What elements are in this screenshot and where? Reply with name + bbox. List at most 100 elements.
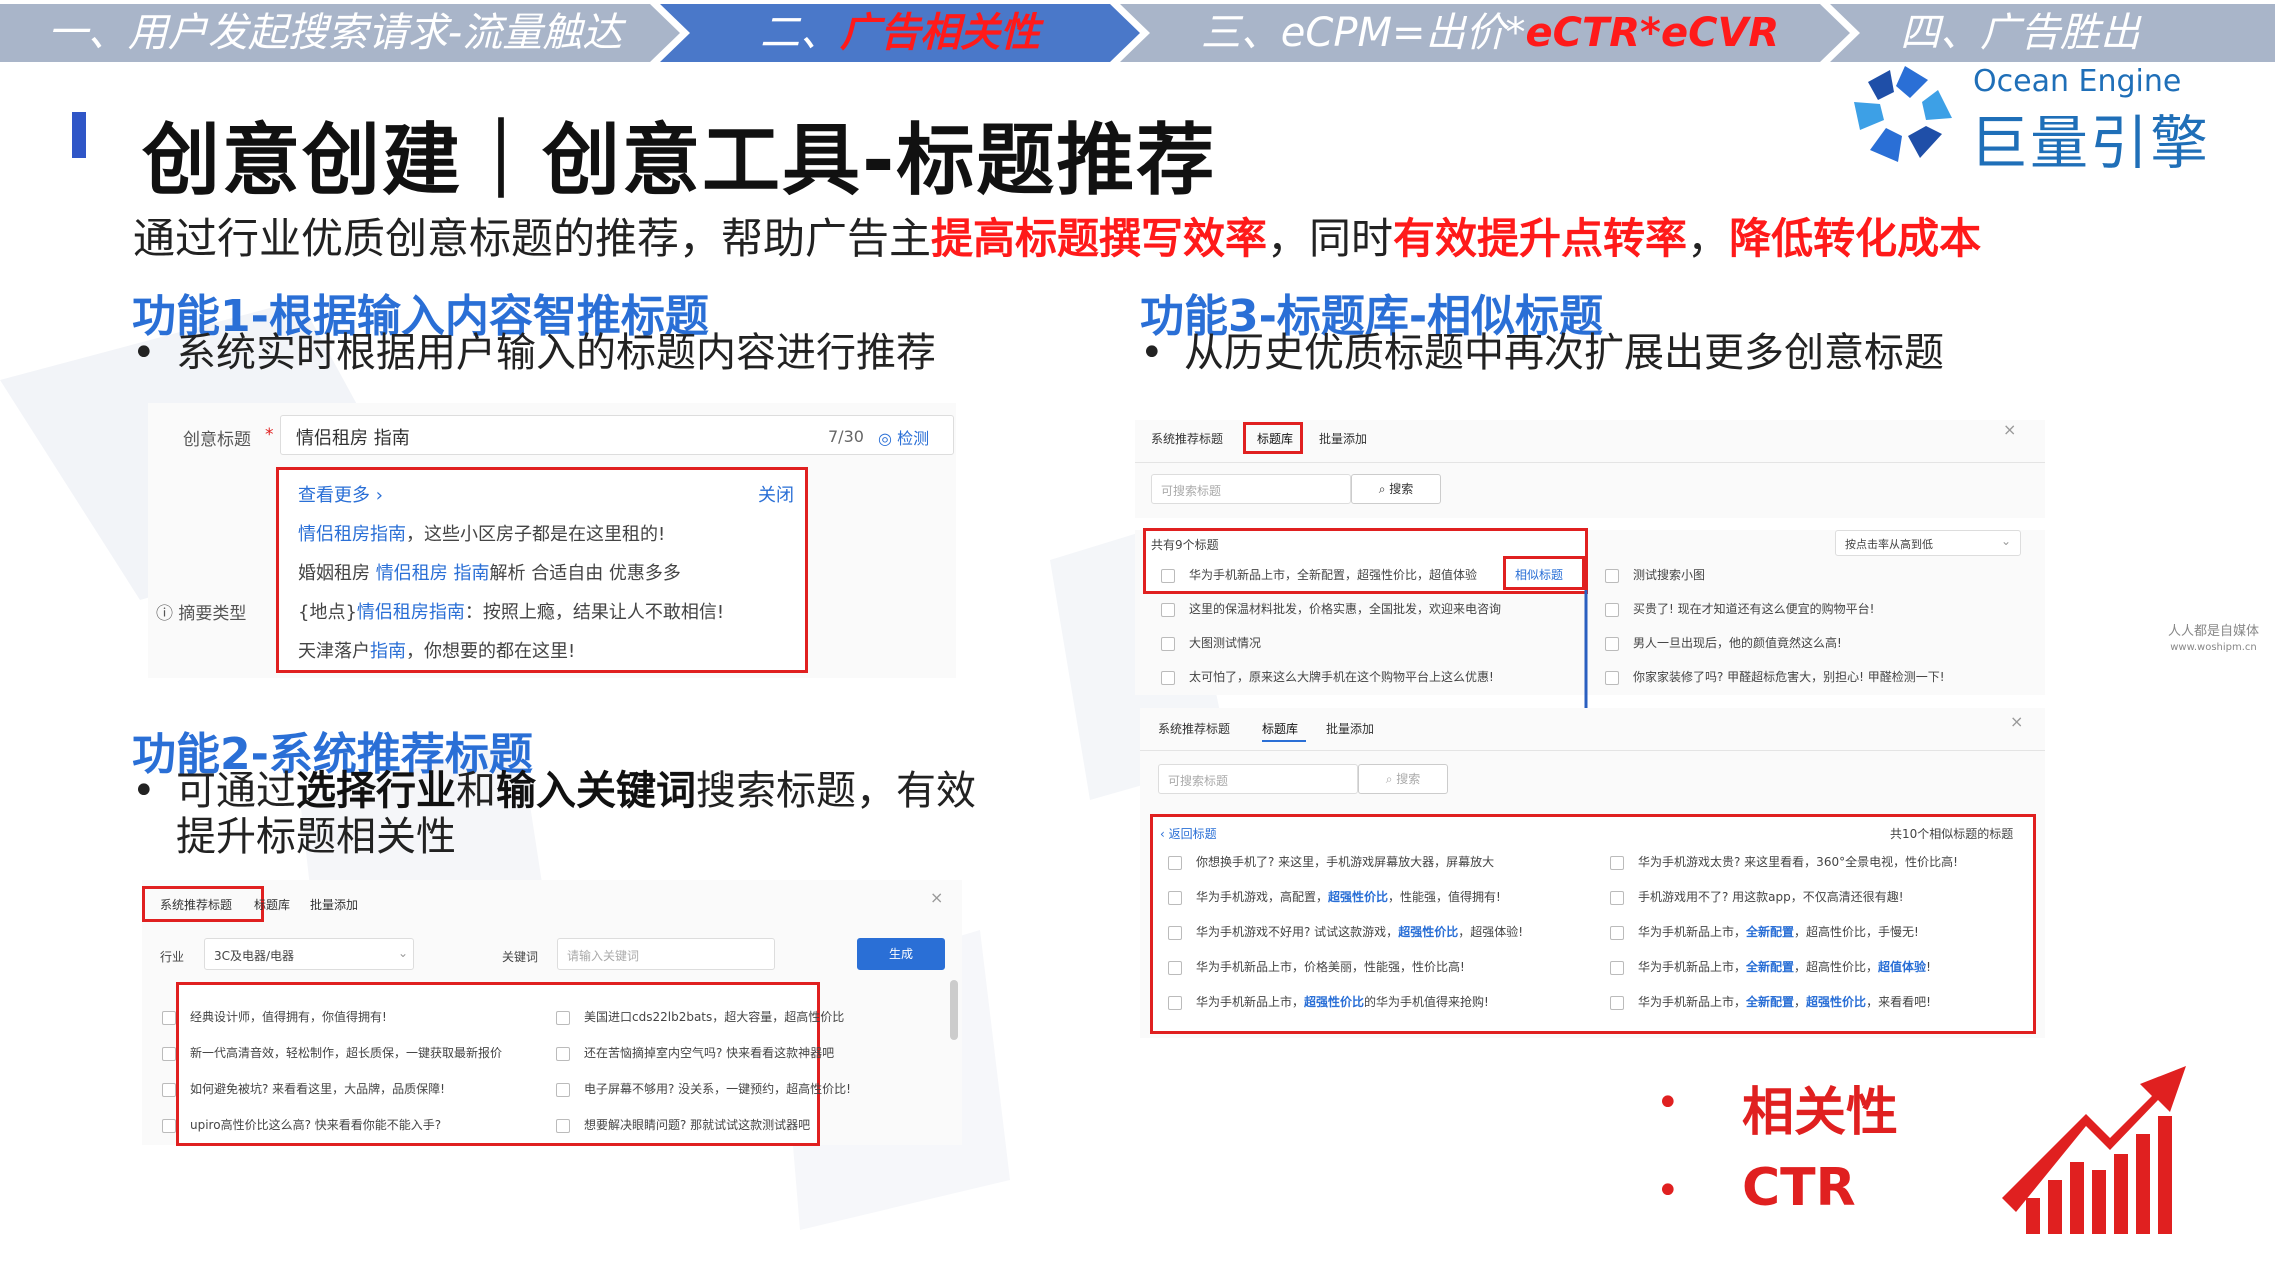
- feature2-text-line2: 提升标题相关性: [176, 814, 456, 860]
- back-to-titles-link[interactable]: ‹ 返回标题: [1160, 825, 1217, 842]
- result-item[interactable]: 电子屏幕不够用? 没关系，一键预约，超高性价比!: [556, 1080, 851, 1097]
- process-bar: 一、用户发起搜索请求-流量触达 二、广告相关性 三、eCPM=出价*eCTR*e…: [0, 0, 2275, 64]
- similar-title-text: ，超高性价比，: [1794, 960, 1879, 974]
- checkbox[interactable]: [162, 1046, 176, 1061]
- checkbox[interactable]: [162, 1082, 176, 1097]
- similar-title-text: 华为手机新品上市，: [1638, 960, 1747, 974]
- checkbox[interactable]: [1161, 670, 1175, 685]
- suggestion-item[interactable]: 天津落户指南，你想要的都在这里!: [298, 637, 575, 663]
- feature2-text-pre: 可通过: [176, 768, 296, 814]
- similar-title-button[interactable]: 相似标题: [1515, 566, 1563, 583]
- generate-button[interactable]: 生成: [857, 938, 945, 970]
- similar-title-text: 的华为手机值得来抢购!: [1364, 995, 1489, 1009]
- growth-chart-icon: [2002, 1066, 2186, 1234]
- search-placeholder: 可搜索标题: [1168, 774, 1229, 788]
- result-item[interactable]: 如何避免被坑? 来看看这里，大品牌，品质保障!: [162, 1080, 445, 1097]
- checkbox[interactable]: [1610, 995, 1624, 1010]
- checkbox[interactable]: [1605, 568, 1619, 583]
- library-title-item[interactable]: 华为手机新品上市，全新配置，超强性价比，超值体验: [1161, 566, 1477, 583]
- tab-batch-add[interactable]: 批量添加: [310, 896, 358, 913]
- subtitle-highlight-1: 提高标题撰写效率: [931, 214, 1268, 263]
- result-item[interactable]: 经典设计师，值得拥有，你值得拥有!: [162, 1008, 387, 1025]
- checkbox[interactable]: [162, 1010, 176, 1025]
- suggestion-item[interactable]: 情侣租房指南，这些小区房子都是在这里租的!: [298, 520, 665, 546]
- search-placeholder: 可搜索标题: [1161, 484, 1222, 498]
- library-title-item[interactable]: 这里的保温材料批发，价格实惠，全国批发，欢迎来电咨询: [1161, 600, 1501, 617]
- suggestion-highlight: 情侣租房指南: [356, 602, 465, 623]
- divider: [1135, 462, 2045, 463]
- suggestion-item[interactable]: 婚姻租房 情侣租房 指南解析 合适自由 优惠多多: [298, 559, 681, 585]
- tab-batch-add[interactable]: 批量添加: [1326, 720, 1374, 737]
- checkbox[interactable]: [1605, 636, 1619, 651]
- similar-title-item[interactable]: 华为手机新品上市，价格美丽，性能强，性价比高!: [1168, 958, 1465, 975]
- tab-title-library[interactable]: 标题库: [254, 896, 290, 913]
- close-icon[interactable]: ×: [2010, 712, 2023, 731]
- library-title-item[interactable]: 男人一旦出现后，他的颜值竟然这么高!: [1605, 634, 1842, 651]
- similar-title-item[interactable]: 华为手机游戏不好用? 试试这款游戏，超强性价比，超强体验!: [1168, 923, 1523, 940]
- tab-system-recommend[interactable]: 系统推荐标题: [160, 896, 232, 913]
- library-title-item[interactable]: 测试搜索小图: [1605, 566, 1705, 583]
- checkbox[interactable]: [1168, 925, 1182, 940]
- suggestion-highlight: 情侣租房 指南: [375, 563, 490, 584]
- checkbox[interactable]: [1161, 568, 1175, 583]
- tab-system-recommend[interactable]: 系统推荐标题: [1151, 430, 1223, 447]
- similar-title-item[interactable]: 手机游戏用不了? 用这款app，不仅高清还很有趣!: [1610, 888, 1904, 905]
- tab-batch-add[interactable]: 批量添加: [1319, 430, 1367, 447]
- feature3-similar-screenshot: 系统推荐标题 标题库 批量添加 × 可搜索标题 ⌕ 搜索 ‹ 返回标题 共10个…: [1140, 708, 2045, 1038]
- checkbox[interactable]: [1605, 602, 1619, 617]
- suggestion-text: ，你想要的都在这里!: [406, 641, 576, 662]
- library-title-item[interactable]: 大图测试情况: [1161, 634, 1261, 651]
- result-item[interactable]: 新一代高清音效，轻松制作，超长质保，一键获取最新报价: [162, 1044, 502, 1061]
- result-text: upiro高性价比这么高? 快来看看你能不能入手?: [190, 1118, 442, 1132]
- suggestion-item[interactable]: {地点}情侣租房指南：按照上瘾，结果让人不敢相信!: [298, 598, 724, 624]
- similar-title-item[interactable]: 华为手机新品上市，全新配置，超高性价比，超值体验!: [1610, 958, 1931, 975]
- checkbox[interactable]: [1610, 925, 1624, 940]
- result-item[interactable]: 想要解决眼睛问题? 那就试试这款测试器吧: [556, 1116, 810, 1133]
- checkbox[interactable]: [1161, 602, 1175, 617]
- similar-title-highlight: 超强性价比: [1328, 890, 1389, 904]
- suggestion-highlight: 指南: [370, 641, 406, 662]
- help-icon: ⓘ: [156, 604, 173, 624]
- search-button[interactable]: ⌕ 搜索: [1358, 764, 1448, 794]
- checkbox[interactable]: [1168, 855, 1182, 870]
- close-icon[interactable]: ×: [2003, 420, 2016, 439]
- search-button[interactable]: ⌕ 搜索: [1351, 474, 1441, 504]
- library-title-item[interactable]: 太可怕了，原来这么大牌手机在这个购物平台上这么优惠!: [1161, 668, 1494, 685]
- similar-title-item[interactable]: 华为手机游戏太贵? 来这里看看，360°全景电视，性价比高!: [1610, 853, 1958, 870]
- scrollbar[interactable]: [950, 980, 958, 1040]
- suggestion-highlight: 情侣租房指南: [298, 524, 406, 545]
- result-item[interactable]: 还在苦恼摘掉室内空气吗? 快来看看这款神器吧: [556, 1044, 834, 1061]
- checkbox[interactable]: [1168, 890, 1182, 905]
- checkbox[interactable]: [556, 1010, 570, 1025]
- checkbox[interactable]: [556, 1082, 570, 1097]
- checkbox[interactable]: [1610, 855, 1624, 870]
- logo-mark-icon: [1854, 66, 1952, 162]
- library-title-item[interactable]: 买贵了! 现在才知道还有这么便宜的购物平台!: [1605, 600, 1874, 617]
- checkbox[interactable]: [1610, 960, 1624, 975]
- result-item[interactable]: 美国进口cds22lb2bats，超大容量，超高性价比: [556, 1008, 844, 1025]
- similar-title-item[interactable]: 华为手机新品上市，全新配置，超强性价比，来看看吧!: [1610, 993, 1931, 1010]
- library-title-item[interactable]: 你家家装修了吗? 甲醛超标危害大，别担心! 甲醛检测一下!: [1605, 668, 1945, 685]
- checkbox[interactable]: [1610, 890, 1624, 905]
- tab-title-library[interactable]: 标题库: [1262, 720, 1298, 737]
- checkbox[interactable]: [162, 1118, 176, 1133]
- similar-title-item[interactable]: 你想换手机了? 来这里，手机游戏屏幕放大器，屏幕放大: [1168, 853, 1494, 870]
- detect-link[interactable]: ◎ 检测: [878, 425, 929, 449]
- similar-title-item[interactable]: 华为手机新品上市，全新配置，超高性价比，手慢无!: [1610, 923, 1919, 940]
- close-icon[interactable]: ×: [930, 888, 943, 907]
- tab-system-recommend[interactable]: 系统推荐标题: [1158, 720, 1230, 737]
- checkbox[interactable]: [556, 1046, 570, 1061]
- similar-title-item[interactable]: 华为手机新品上市，超强性价比的华为手机值得来抢购!: [1168, 993, 1489, 1010]
- close-suggestions-link[interactable]: 关闭: [758, 481, 794, 507]
- checkbox[interactable]: [1168, 995, 1182, 1010]
- checkbox[interactable]: [1161, 636, 1175, 651]
- result-item[interactable]: upiro高性价比这么高? 快来看看你能不能入手?: [162, 1116, 441, 1133]
- similar-title-item[interactable]: 华为手机游戏，高配置，超强性价比，性能强，值得拥有!: [1168, 888, 1501, 905]
- tab-title-library[interactable]: 标题库: [1257, 430, 1293, 447]
- see-more-link[interactable]: 查看更多 ›: [298, 481, 383, 507]
- checkbox[interactable]: [1168, 960, 1182, 975]
- feature2-screenshot: 系统推荐标题 标题库 批量添加 × 行业 3C及电器/电器 ⌄ 关键词 请输入关…: [142, 880, 962, 1146]
- process-step-3-prefix: 三、eCPM=出价*: [1200, 10, 1526, 56]
- checkbox[interactable]: [556, 1118, 570, 1133]
- checkbox[interactable]: [1605, 670, 1619, 685]
